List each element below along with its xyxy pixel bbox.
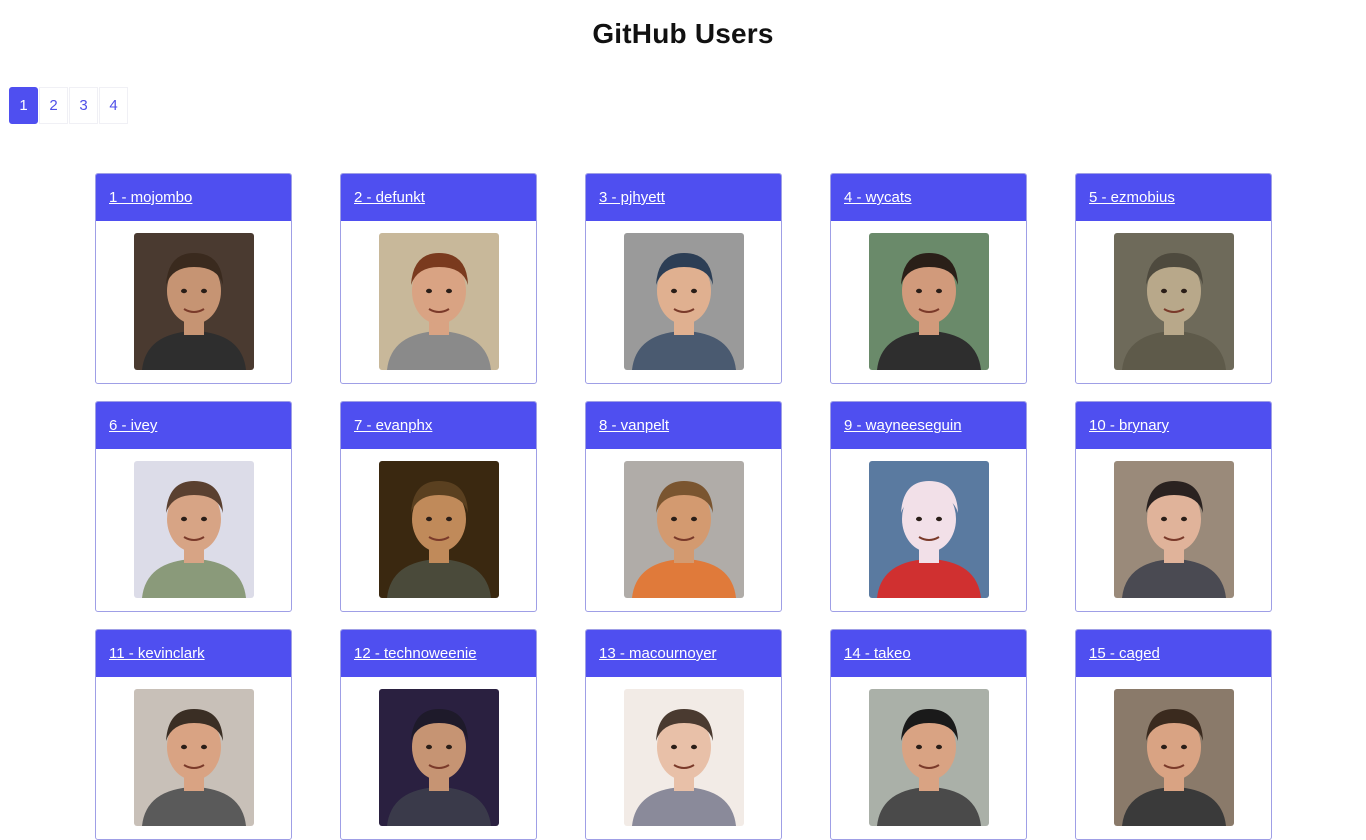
user-card-header: 10 - brynary: [1076, 402, 1271, 449]
user-card: 4 - wycats: [830, 173, 1027, 384]
user-card: 1 - mojombo: [95, 173, 292, 384]
user-link[interactable]: 11 - kevinclark: [109, 645, 205, 662]
user-card: 9 - wayneeseguin: [830, 401, 1027, 612]
user-card: 7 - evanphx: [340, 401, 537, 612]
user-card: 15 - caged: [1075, 629, 1272, 840]
avatar-image: [378, 233, 499, 370]
avatar-container: [96, 449, 291, 598]
avatar-image: [378, 689, 499, 826]
avatar-image: [133, 461, 254, 598]
user-card-header: 3 - pjhyett: [586, 174, 781, 221]
user-card-header: 4 - wycats: [831, 174, 1026, 221]
page-button-1[interactable]: 1: [9, 87, 38, 124]
avatar-container: [341, 221, 536, 370]
user-link[interactable]: 13 - macournoyer: [599, 645, 717, 662]
avatar[interactable]: [378, 233, 499, 370]
avatar-image: [133, 689, 254, 826]
user-card-header: 11 - kevinclark: [96, 630, 291, 677]
avatar-image: [1113, 461, 1234, 598]
user-card: 5 - ezmobius: [1075, 173, 1272, 384]
avatar-image: [378, 461, 499, 598]
user-card-header: 15 - caged: [1076, 630, 1271, 677]
avatar-image: [133, 233, 254, 370]
user-link[interactable]: 14 - takeo: [844, 645, 911, 662]
user-card: 14 - takeo: [830, 629, 1027, 840]
user-link[interactable]: 5 - ezmobius: [1089, 189, 1175, 206]
avatar[interactable]: [1113, 689, 1234, 826]
user-link[interactable]: 8 - vanpelt: [599, 417, 669, 434]
user-card: 3 - pjhyett: [585, 173, 782, 384]
user-card-header: 12 - technoweenie: [341, 630, 536, 677]
avatar-container: [586, 221, 781, 370]
user-card: 6 - ivey: [95, 401, 292, 612]
avatar-container: [1076, 677, 1271, 826]
avatar[interactable]: [868, 461, 989, 598]
user-card: 11 - kevinclark: [95, 629, 292, 840]
page-button-4[interactable]: 4: [99, 87, 128, 124]
user-card-header: 1 - mojombo: [96, 174, 291, 221]
avatar-container: [341, 449, 536, 598]
user-card-header: 9 - wayneeseguin: [831, 402, 1026, 449]
avatar[interactable]: [133, 461, 254, 598]
avatar[interactable]: [133, 689, 254, 826]
user-card-header: 14 - takeo: [831, 630, 1026, 677]
user-card-header: 7 - evanphx: [341, 402, 536, 449]
avatar-image: [868, 233, 989, 370]
page-button-3[interactable]: 3: [69, 87, 98, 124]
avatar-container: [96, 677, 291, 826]
avatar[interactable]: [868, 233, 989, 370]
page-title: GitHub Users: [592, 18, 774, 49]
avatar-image: [868, 461, 989, 598]
user-link[interactable]: 12 - technoweenie: [354, 645, 477, 662]
user-link[interactable]: 15 - caged: [1089, 645, 1160, 662]
avatar[interactable]: [623, 689, 744, 826]
avatar[interactable]: [133, 233, 254, 370]
user-card: 13 - macournoyer: [585, 629, 782, 840]
avatar[interactable]: [868, 689, 989, 826]
avatar-container: [831, 221, 1026, 370]
avatar-container: [341, 677, 536, 826]
user-card-header: 6 - ivey: [96, 402, 291, 449]
avatar-container: [1076, 449, 1271, 598]
user-card: 12 - technoweenie: [340, 629, 537, 840]
avatar-image: [623, 233, 744, 370]
user-card-header: 8 - vanpelt: [586, 402, 781, 449]
avatar[interactable]: [378, 689, 499, 826]
user-card: 10 - brynary: [1075, 401, 1272, 612]
pagination: 1234: [9, 87, 129, 124]
avatar[interactable]: [623, 233, 744, 370]
avatar[interactable]: [623, 461, 744, 598]
user-link[interactable]: 9 - wayneeseguin: [844, 417, 962, 434]
user-card-header: 13 - macournoyer: [586, 630, 781, 677]
avatar[interactable]: [378, 461, 499, 598]
user-card: 2 - defunkt: [340, 173, 537, 384]
page-button-2[interactable]: 2: [39, 87, 68, 124]
avatar-image: [623, 689, 744, 826]
avatar-image: [1113, 233, 1234, 370]
user-card-header: 5 - ezmobius: [1076, 174, 1271, 221]
avatar[interactable]: [1113, 461, 1234, 598]
avatar-image: [868, 689, 989, 826]
avatar[interactable]: [1113, 233, 1234, 370]
avatar-container: [586, 449, 781, 598]
avatar-image: [1113, 689, 1234, 826]
user-card-header: 2 - defunkt: [341, 174, 536, 221]
avatar-container: [96, 221, 291, 370]
user-link[interactable]: 10 - brynary: [1089, 417, 1169, 434]
user-link[interactable]: 3 - pjhyett: [599, 189, 665, 206]
user-link[interactable]: 4 - wycats: [844, 189, 912, 206]
user-link[interactable]: 1 - mojombo: [109, 189, 192, 206]
user-link[interactable]: 2 - defunkt: [354, 189, 425, 206]
avatar-container: [831, 449, 1026, 598]
avatar-container: [831, 677, 1026, 826]
avatar-container: [586, 677, 781, 826]
user-card: 8 - vanpelt: [585, 401, 782, 612]
user-link[interactable]: 7 - evanphx: [354, 417, 432, 434]
user-grid: 1 - mojombo 2 - defunkt 3 - pjhyett 4 - wyc…: [95, 173, 1272, 840]
user-link[interactable]: 6 - ivey: [109, 417, 157, 434]
avatar-image: [623, 461, 744, 598]
avatar-container: [1076, 221, 1271, 370]
